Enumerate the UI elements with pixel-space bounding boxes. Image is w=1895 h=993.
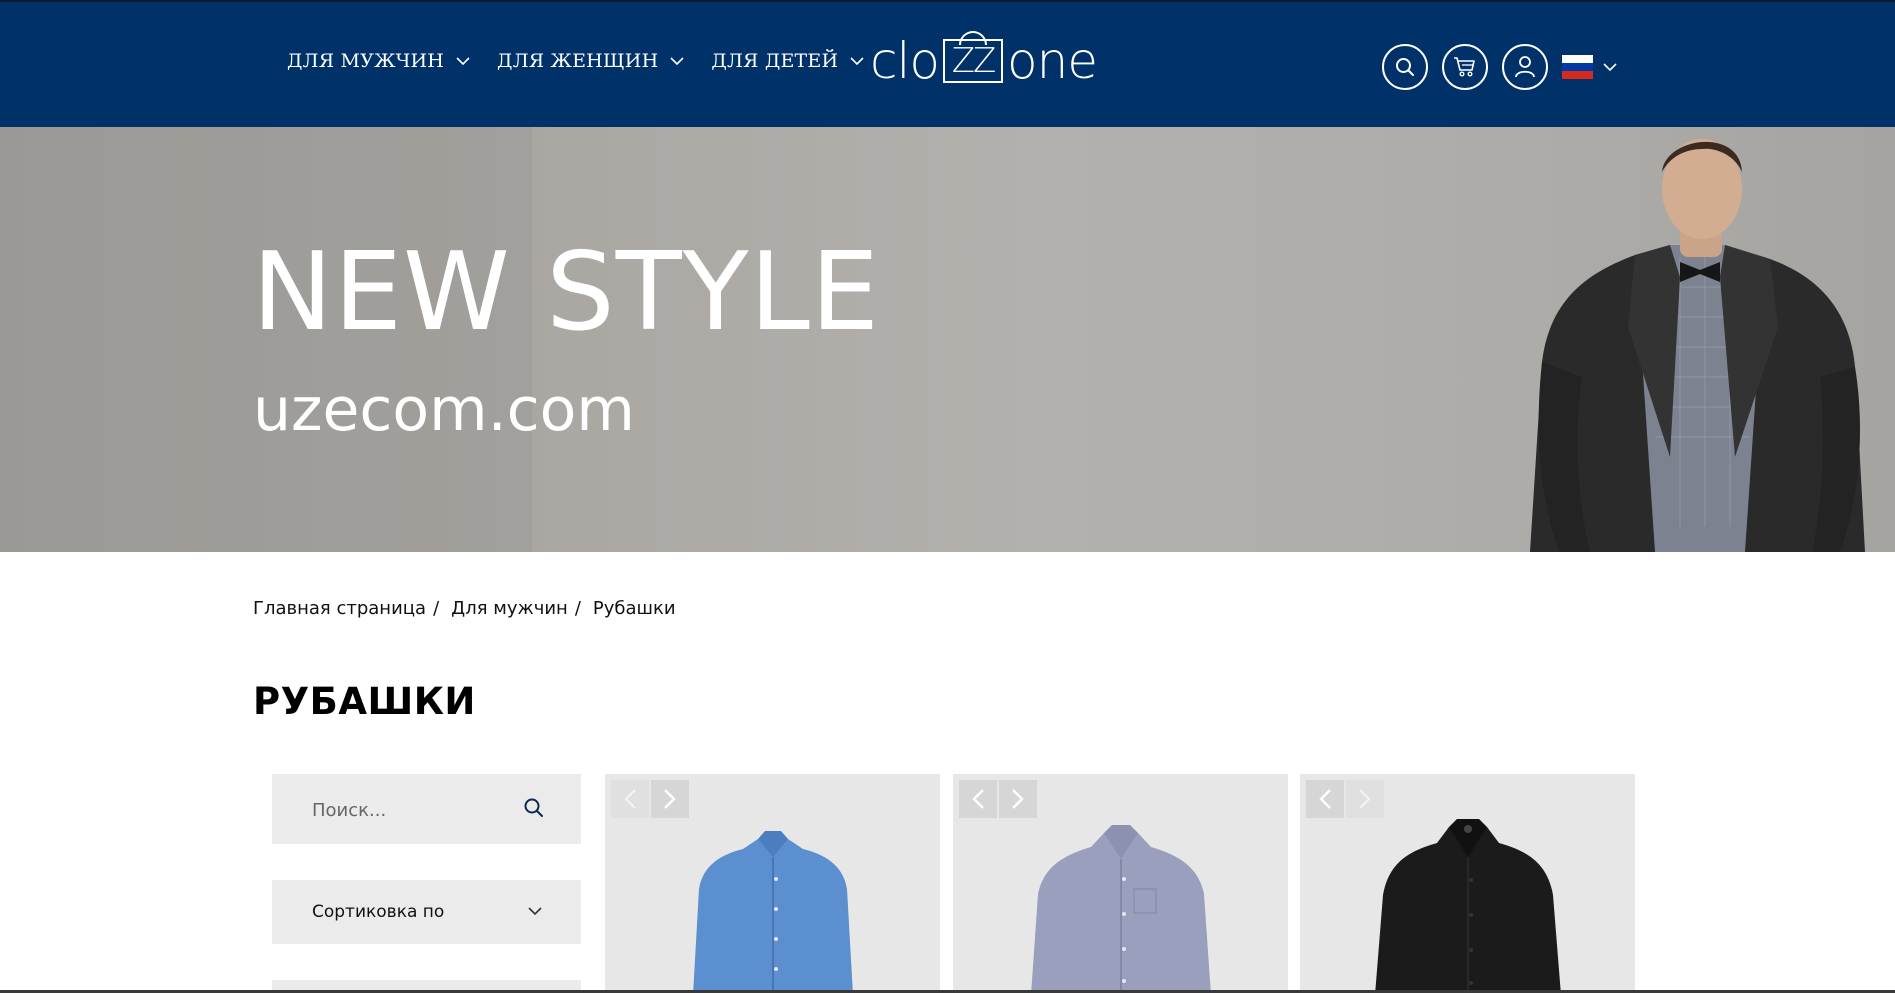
nav-men-label: ДЛЯ МУЖЧИН xyxy=(287,50,445,72)
chevron-left-icon xyxy=(972,789,984,809)
flag-stripe-white xyxy=(1562,55,1593,63)
nav-kids-label: ДЛЯ ДЕТЕЙ xyxy=(711,50,839,72)
slider-prev-button[interactable] xyxy=(611,780,649,818)
slider-next-button[interactable] xyxy=(1346,780,1384,818)
product-image-blue-shirt xyxy=(692,831,853,993)
chevron-right-icon xyxy=(1359,789,1371,809)
breadcrumb-shirts: Рубашки xyxy=(592,598,676,619)
chevron-down-icon xyxy=(456,57,470,66)
site-header: ДЛЯ МУЖЧИН ДЛЯ ЖЕНЩИН ДЛЯ ДЕТЕЙ clo ZZ o… xyxy=(0,2,1895,127)
banner-model-image xyxy=(1530,139,1865,552)
slider-next-button[interactable] xyxy=(651,780,689,818)
chevron-down-icon xyxy=(670,57,684,66)
breadcrumb-men[interactable]: Для мужчин xyxy=(451,598,568,619)
russia-flag-icon xyxy=(1562,55,1593,79)
chevron-down-icon xyxy=(528,907,542,916)
product-card[interactable] xyxy=(1300,774,1635,993)
chevron-right-icon xyxy=(664,789,676,809)
breadcrumb-home[interactable]: Главная страница xyxy=(253,598,426,619)
image-slider-controls xyxy=(959,780,1039,818)
product-card[interactable] xyxy=(953,774,1288,993)
product-search xyxy=(272,774,581,844)
slider-next-button[interactable] xyxy=(999,780,1037,818)
page-title: РУБАШКИ xyxy=(253,680,476,723)
slider-prev-button[interactable] xyxy=(959,780,997,818)
account-button[interactable] xyxy=(1502,44,1548,90)
sort-dropdown[interactable]: Сортиковка по xyxy=(272,880,581,944)
chevron-left-icon xyxy=(624,789,636,809)
cart-icon xyxy=(1454,57,1475,77)
banner-title: NEW STYLE xyxy=(252,230,881,355)
flag-stripe-red xyxy=(1562,71,1593,79)
logo-text-left: clo xyxy=(870,32,940,90)
image-slider-controls xyxy=(1306,780,1386,818)
flag-stripe-blue xyxy=(1562,63,1593,71)
search-input[interactable] xyxy=(310,794,514,826)
hero-banner: NEW STYLE uzecom.com xyxy=(0,127,1895,552)
site-logo[interactable]: clo ZZ one xyxy=(870,31,1110,90)
chevron-left-icon xyxy=(1319,789,1331,809)
search-button[interactable] xyxy=(1382,44,1428,90)
chevron-right-icon xyxy=(1012,789,1024,809)
sort-label: Сортиковка по xyxy=(312,902,445,922)
language-selector[interactable] xyxy=(1562,55,1617,79)
search-icon[interactable] xyxy=(522,796,546,820)
logo-bag-mark: ZZ xyxy=(942,31,1003,83)
product-image-grey-shirt xyxy=(1030,825,1211,993)
breadcrumb-separator: / xyxy=(433,598,440,619)
product-card[interactable] xyxy=(605,774,940,993)
nav-kids[interactable]: ДЛЯ ДЕТЕЙ xyxy=(711,50,864,72)
image-slider-controls xyxy=(611,780,691,818)
user-icon xyxy=(1515,56,1535,78)
search-icon xyxy=(1396,58,1414,76)
nav-women[interactable]: ДЛЯ ЖЕНЩИН xyxy=(497,50,684,72)
chevron-down-icon xyxy=(1603,63,1617,72)
breadcrumb-separator: / xyxy=(574,598,581,619)
chevron-down-icon xyxy=(850,57,864,66)
main-nav: ДЛЯ МУЖЧИН ДЛЯ ЖЕНЩИН ДЛЯ ДЕТЕЙ xyxy=(287,50,891,72)
banner-subtitle: uzecom.com xyxy=(253,375,635,445)
nav-men[interactable]: ДЛЯ МУЖЧИН xyxy=(287,50,470,72)
slider-prev-button[interactable] xyxy=(1306,780,1344,818)
cart-button[interactable] xyxy=(1442,44,1488,90)
logo-text-right: one xyxy=(1006,32,1098,90)
nav-women-label: ДЛЯ ЖЕНЩИН xyxy=(497,50,659,72)
product-image-black-shirt xyxy=(1374,819,1561,993)
breadcrumb: Главная страница / Для мужчин / Рубашки xyxy=(253,598,676,619)
